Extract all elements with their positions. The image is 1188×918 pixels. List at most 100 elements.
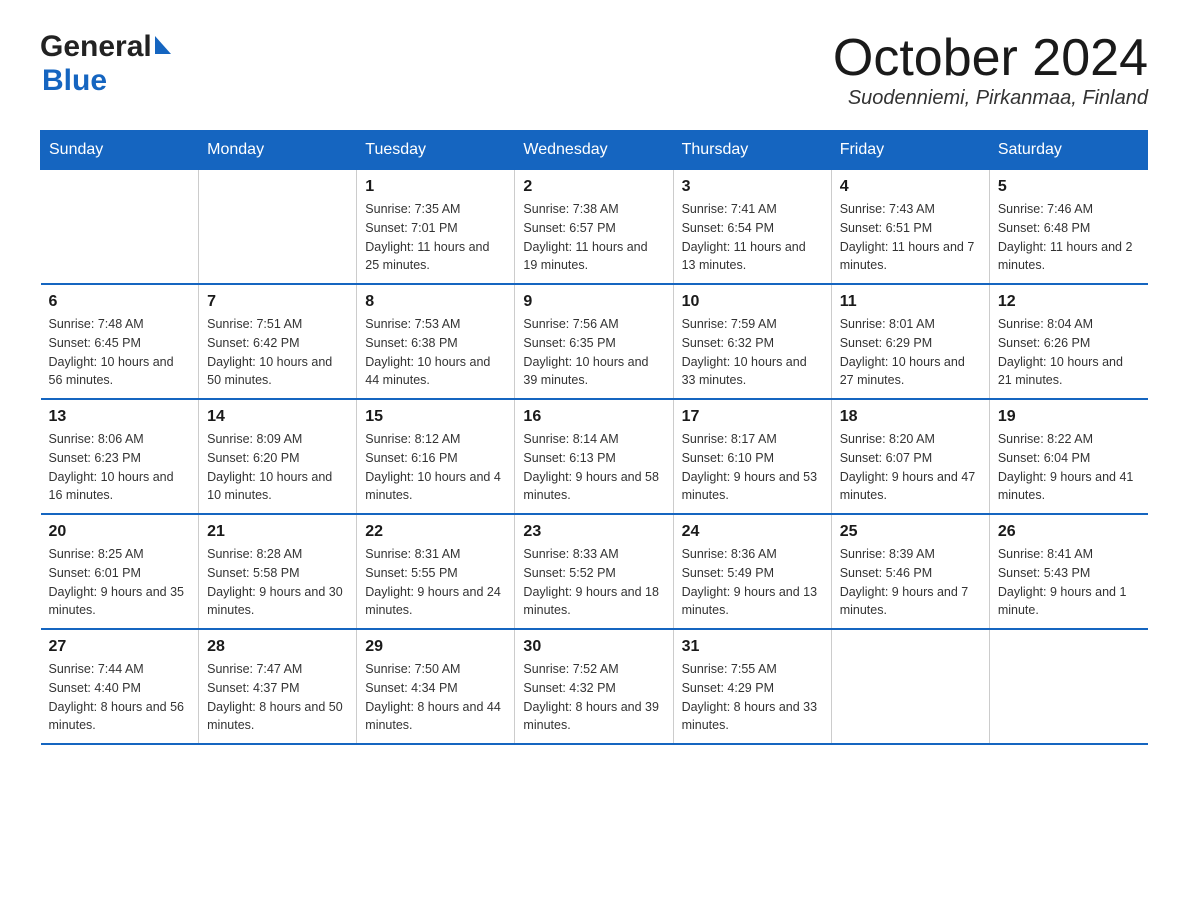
table-row: 17 Sunrise: 8:17 AMSunset: 6:10 PMDayligh… xyxy=(673,399,831,514)
table-row: 14Sunrise: 8:09 AMSunset: 6:20 PMDayligh… xyxy=(199,399,357,514)
day-info: Sunrise: 8:25 AMSunset: 6:01 PMDaylight:… xyxy=(49,545,191,620)
day-info: Sunrise: 8:04 AMSunset: 6:26 PMDaylight:… xyxy=(998,315,1140,390)
table-row: 7 Sunrise: 7:51 AMSunset: 6:42 PMDaylight… xyxy=(199,284,357,399)
day-number: 4 xyxy=(840,178,981,196)
day-info: Sunrise: 7:51 AMSunset: 6:42 PMDaylight:… xyxy=(207,315,348,390)
day-info: Sunrise: 7:59 AMSunset: 6:32 PMDaylight:… xyxy=(682,315,823,390)
calendar-week-row: 6 Sunrise: 7:48 AMSunset: 6:45 PMDaylight… xyxy=(41,284,1148,399)
day-number: 25 xyxy=(840,523,981,541)
day-info: Sunrise: 8:14 AMSunset: 6:13 PMDaylight:… xyxy=(523,430,664,505)
day-info: Sunrise: 7:35 AMSunset: 7:01 PMDaylight:… xyxy=(365,200,506,275)
day-info: Sunrise: 7:55 AMSunset: 4:29 PMDaylight:… xyxy=(682,660,823,735)
day-info: Sunrise: 8:09 AMSunset: 6:20 PMDaylight:… xyxy=(207,430,348,505)
day-number: 19 xyxy=(998,408,1140,426)
day-info: Sunrise: 8:33 AMSunset: 5:52 PMDaylight:… xyxy=(523,545,664,620)
day-number: 20 xyxy=(49,523,191,541)
table-row: 27 Sunrise: 7:44 AMSunset: 4:40 PMDayligh… xyxy=(41,629,199,744)
day-number: 31 xyxy=(682,638,823,656)
table-row: 15Sunrise: 8:12 AMSunset: 6:16 PMDayligh… xyxy=(357,399,515,514)
table-row: 29 Sunrise: 7:50 AMSunset: 4:34 PMDayligh… xyxy=(357,629,515,744)
page-header: General Blue October 2024 Suodenniemi, P… xyxy=(40,30,1148,110)
day-number: 16 xyxy=(523,408,664,426)
table-row xyxy=(989,629,1147,744)
table-row: 22 Sunrise: 8:31 AMSunset: 5:55 PMDayligh… xyxy=(357,514,515,629)
header-thursday: Thursday xyxy=(673,131,831,170)
day-number: 28 xyxy=(207,638,348,656)
day-info: Sunrise: 7:48 AMSunset: 6:45 PMDaylight:… xyxy=(49,315,191,390)
table-row: 9 Sunrise: 7:56 AMSunset: 6:35 PMDaylight… xyxy=(515,284,673,399)
logo: General Blue xyxy=(40,30,171,98)
table-row: 11Sunrise: 8:01 AMSunset: 6:29 PMDayligh… xyxy=(831,284,989,399)
day-info: Sunrise: 7:43 AMSunset: 6:51 PMDaylight:… xyxy=(840,200,981,275)
day-info: Sunrise: 8:36 AMSunset: 5:49 PMDaylight:… xyxy=(682,545,823,620)
table-row xyxy=(831,629,989,744)
day-info: Sunrise: 7:44 AMSunset: 4:40 PMDaylight:… xyxy=(49,660,191,735)
day-number: 27 xyxy=(49,638,191,656)
day-info: Sunrise: 7:50 AMSunset: 4:34 PMDaylight:… xyxy=(365,660,506,735)
calendar-week-row: 20 Sunrise: 8:25 AMSunset: 6:01 PMDayligh… xyxy=(41,514,1148,629)
table-row: 31 Sunrise: 7:55 AMSunset: 4:29 PMDayligh… xyxy=(673,629,831,744)
table-row: 20 Sunrise: 8:25 AMSunset: 6:01 PMDayligh… xyxy=(41,514,199,629)
header-wednesday: Wednesday xyxy=(515,131,673,170)
table-row: 19Sunrise: 8:22 AMSunset: 6:04 PMDayligh… xyxy=(989,399,1147,514)
table-row: 28 Sunrise: 7:47 AMSunset: 4:37 PMDayligh… xyxy=(199,629,357,744)
day-number: 29 xyxy=(365,638,506,656)
table-row: 13Sunrise: 8:06 AMSunset: 6:23 PMDayligh… xyxy=(41,399,199,514)
table-row: 30 Sunrise: 7:52 AMSunset: 4:32 PMDayligh… xyxy=(515,629,673,744)
day-number: 9 xyxy=(523,293,664,311)
day-info: Sunrise: 7:47 AMSunset: 4:37 PMDaylight:… xyxy=(207,660,348,735)
day-number: 26 xyxy=(998,523,1140,541)
day-info: Sunrise: 7:56 AMSunset: 6:35 PMDaylight:… xyxy=(523,315,664,390)
header-sunday: Sunday xyxy=(41,131,199,170)
day-info: Sunrise: 7:52 AMSunset: 4:32 PMDaylight:… xyxy=(523,660,664,735)
day-info: Sunrise: 7:46 AMSunset: 6:48 PMDaylight:… xyxy=(998,200,1140,275)
weekday-header-row: Sunday Monday Tuesday Wednesday Thursday… xyxy=(41,131,1148,170)
table-row: 10 Sunrise: 7:59 AMSunset: 6:32 PMDayligh… xyxy=(673,284,831,399)
table-row: 25Sunrise: 8:39 AMSunset: 5:46 PMDayligh… xyxy=(831,514,989,629)
table-row: 8Sunrise: 7:53 AMSunset: 6:38 PMDaylight… xyxy=(357,284,515,399)
day-info: Sunrise: 8:06 AMSunset: 6:23 PMDaylight:… xyxy=(49,430,191,505)
day-number: 2 xyxy=(523,178,664,196)
day-info: Sunrise: 8:17 AMSunset: 6:10 PMDaylight:… xyxy=(682,430,823,505)
day-number: 17 xyxy=(682,408,823,426)
calendar-week-row: 1 Sunrise: 7:35 AMSunset: 7:01 PMDaylight… xyxy=(41,170,1148,285)
header-friday: Friday xyxy=(831,131,989,170)
day-info: Sunrise: 8:41 AMSunset: 5:43 PMDaylight:… xyxy=(998,545,1140,620)
day-number: 24 xyxy=(682,523,823,541)
day-info: Sunrise: 7:53 AMSunset: 6:38 PMDaylight:… xyxy=(365,315,506,390)
table-row: 2Sunrise: 7:38 AMSunset: 6:57 PMDaylight… xyxy=(515,170,673,285)
table-row: 18Sunrise: 8:20 AMSunset: 6:07 PMDayligh… xyxy=(831,399,989,514)
day-number: 1 xyxy=(365,178,506,196)
day-info: Sunrise: 8:20 AMSunset: 6:07 PMDaylight:… xyxy=(840,430,981,505)
day-info: Sunrise: 7:41 AMSunset: 6:54 PMDaylight:… xyxy=(682,200,823,275)
logo-blue-text: Blue xyxy=(42,64,107,97)
table-row: 12 Sunrise: 8:04 AMSunset: 6:26 PMDayligh… xyxy=(989,284,1147,399)
day-info: Sunrise: 8:12 AMSunset: 6:16 PMDaylight:… xyxy=(365,430,506,505)
day-info: Sunrise: 8:28 AMSunset: 5:58 PMDaylight:… xyxy=(207,545,348,620)
table-row: 16 Sunrise: 8:14 AMSunset: 6:13 PMDayligh… xyxy=(515,399,673,514)
day-number: 7 xyxy=(207,293,348,311)
day-number: 30 xyxy=(523,638,664,656)
table-row: 21 Sunrise: 8:28 AMSunset: 5:58 PMDayligh… xyxy=(199,514,357,629)
day-info: Sunrise: 8:31 AMSunset: 5:55 PMDaylight:… xyxy=(365,545,506,620)
day-number: 22 xyxy=(365,523,506,541)
calendar-week-row: 13Sunrise: 8:06 AMSunset: 6:23 PMDayligh… xyxy=(41,399,1148,514)
location-text: Suodenniemi, Pirkanmaa, Finland xyxy=(833,87,1148,110)
month-year-title: October 2024 xyxy=(833,30,1148,87)
day-number: 12 xyxy=(998,293,1140,311)
table-row: 4 Sunrise: 7:43 AMSunset: 6:51 PMDaylight… xyxy=(831,170,989,285)
day-number: 21 xyxy=(207,523,348,541)
day-number: 11 xyxy=(840,293,981,311)
table-row xyxy=(199,170,357,285)
table-row: 1 Sunrise: 7:35 AMSunset: 7:01 PMDaylight… xyxy=(357,170,515,285)
day-number: 10 xyxy=(682,293,823,311)
table-row: 3 Sunrise: 7:41 AMSunset: 6:54 PMDaylight… xyxy=(673,170,831,285)
table-row xyxy=(41,170,199,285)
day-number: 6 xyxy=(49,293,191,311)
title-section: October 2024 Suodenniemi, Pirkanmaa, Fin… xyxy=(833,30,1148,110)
calendar-week-row: 27 Sunrise: 7:44 AMSunset: 4:40 PMDayligh… xyxy=(41,629,1148,744)
day-number: 3 xyxy=(682,178,823,196)
header-tuesday: Tuesday xyxy=(357,131,515,170)
header-monday: Monday xyxy=(199,131,357,170)
day-number: 23 xyxy=(523,523,664,541)
